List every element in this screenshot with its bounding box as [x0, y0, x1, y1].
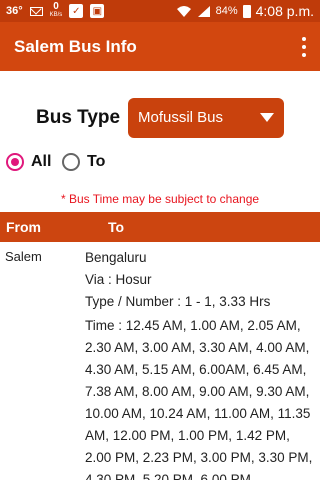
status-bar: 36° 0 KB/s ✓ ▣ 84% 4:08 p.m. [0, 0, 320, 22]
battery-icon [242, 4, 251, 18]
data-speed-value: 0 [53, 1, 59, 12]
data-speed-unit: KB/s [49, 12, 63, 18]
notification-app-icon: ✓ [69, 4, 84, 18]
row-type-number: Type / Number : 1 - 1, 3.33 Hrs [85, 294, 271, 309]
row-from-cell: Salem [5, 249, 42, 264]
mail-icon [29, 6, 43, 16]
radio-all-label: All [31, 153, 52, 170]
dropdown-arrow-icon [260, 113, 274, 122]
temperature-text: 36° [6, 5, 23, 17]
app-bar: Salem Bus Info [0, 22, 320, 71]
row-times: Time : 12.45 AM, 1.00 AM, 2.05 AM, 2.30 … [85, 318, 313, 480]
radio-to[interactable]: To [62, 153, 105, 171]
radio-checked-icon [6, 153, 24, 171]
bus-type-dropdown[interactable]: Mofussil Bus [128, 98, 284, 138]
wifi-icon [176, 5, 191, 17]
app-title: Salem Bus Info [14, 36, 137, 56]
bus-type-label: Bus Type [36, 107, 121, 128]
gallery-icon: ▣ [90, 4, 105, 18]
data-speed-indicator: 0 KB/s [49, 1, 63, 19]
column-header-to: To [108, 219, 125, 235]
bus-time-notice: * Bus Time may be subject to change [60, 192, 260, 206]
overflow-menu-icon[interactable] [300, 37, 308, 57]
column-header-from: From [6, 219, 41, 235]
radio-unchecked-icon [62, 153, 80, 171]
radio-all[interactable]: All [6, 153, 51, 171]
row-destination: Bengaluru [85, 250, 147, 265]
row-via: Via : Hosur [85, 272, 152, 287]
table-row: Bengaluru Via : Hosur Type / Number : 1 … [85, 247, 317, 480]
signal-icon [197, 5, 210, 17]
clock-text: 4:08 p.m. [255, 3, 314, 19]
table-header: From To [0, 212, 320, 242]
radio-to-label: To [87, 153, 106, 170]
battery-percentage: 84% [215, 5, 238, 17]
bus-type-selected-value: Mofussil Bus [138, 109, 224, 126]
